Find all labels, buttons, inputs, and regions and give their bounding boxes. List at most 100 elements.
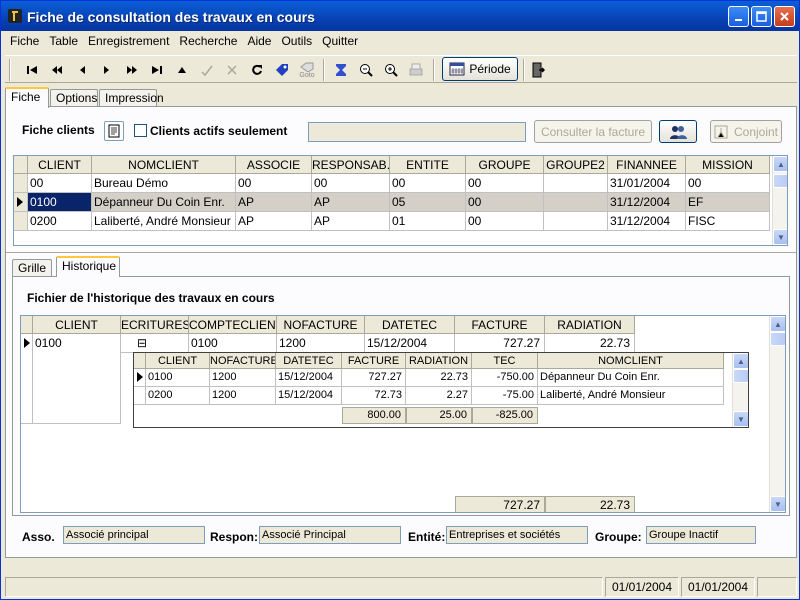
zoom-out-button[interactable] [355, 59, 377, 81]
column-header[interactable]: FACTURE [342, 353, 406, 369]
grid-cell[interactable] [544, 193, 608, 212]
periode-button[interactable]: Période [442, 57, 518, 81]
tab-impression[interactable]: Impression [99, 89, 164, 107]
menu-outils[interactable]: Outils [276, 34, 317, 48]
app-icon[interactable] [7, 8, 23, 24]
grid-cell[interactable]: Dépanneur Du Coin Enr. [92, 193, 236, 212]
column-header[interactable]: COMPTECLIENT [189, 316, 277, 334]
tab-fiche[interactable]: Fiche [5, 87, 49, 108]
scroll-thumb[interactable] [733, 369, 748, 383]
last-record-button[interactable] [146, 59, 168, 81]
grid-cell[interactable]: Bureau Démo [92, 174, 236, 193]
column-header[interactable]: CLIENT [146, 353, 210, 369]
column-header[interactable]: FINANNEE [608, 156, 686, 174]
grid-cell[interactable]: 01 [390, 212, 466, 231]
first-record-button[interactable] [21, 59, 43, 81]
column-header[interactable]: ENTITE [390, 156, 466, 174]
next-record-button[interactable] [96, 59, 118, 81]
menu-table[interactable]: Table [44, 34, 83, 48]
exit-button[interactable] [527, 59, 549, 81]
grid-cell[interactable]: 1200 [210, 369, 276, 387]
subtab-historique[interactable]: Historique [56, 256, 120, 277]
grid-cell[interactable]: FISC [686, 212, 770, 231]
grid-cell[interactable]: 15/12/2004 [276, 369, 342, 387]
grid-cell[interactable]: AP [312, 193, 390, 212]
scroll-up-button[interactable]: ▲ [773, 156, 787, 172]
menu-enregistrement[interactable]: Enregistrement [83, 34, 174, 48]
contacts-button[interactable] [659, 120, 697, 143]
grid-cell[interactable]: AP [236, 193, 312, 212]
next-page-button[interactable] [121, 59, 143, 81]
grid-cell[interactable]: 00 [28, 174, 92, 193]
grid-cell[interactable]: -750.00 [472, 369, 538, 387]
menu-quitter[interactable]: Quitter [317, 34, 363, 48]
edit-button[interactable] [196, 59, 218, 81]
menu-recherche[interactable]: Recherche [174, 34, 242, 48]
column-header[interactable]: GROUPE2 [544, 156, 608, 174]
column-header[interactable]: DATETEC [276, 353, 342, 369]
grid-cell[interactable]: 00 [466, 212, 544, 231]
grid-cell[interactable]: 15/12/2004 [276, 387, 342, 405]
vertical-scrollbar[interactable]: ▲ ▼ [772, 156, 787, 245]
grid-cell[interactable]: Laliberté, André Monsieur [92, 212, 236, 231]
insert-button[interactable] [171, 59, 193, 81]
scroll-thumb[interactable] [770, 332, 785, 346]
vertical-scrollbar[interactable]: ▲ ▼ [732, 353, 748, 427]
row-indicator[interactable] [21, 334, 33, 424]
grid-cell[interactable]: 00 [312, 174, 390, 193]
splitter[interactable] [6, 252, 796, 253]
column-header[interactable]: MISSION [686, 156, 770, 174]
row-indicator[interactable] [14, 212, 28, 231]
detail-grid[interactable]: CLIENT NOFACTURE DATETEC FACTURE RADIATION TE… [133, 352, 749, 428]
grid-cell[interactable]: 0100 [146, 369, 210, 387]
client-doc-button[interactable] [104, 121, 124, 141]
historique-grid[interactable]: CLIENT ECRITURES COMPTECLIENT NOFACTURE DATE… [20, 315, 786, 513]
column-header[interactable]: NOFACTURE [210, 353, 276, 369]
row-indicator[interactable] [134, 387, 146, 405]
grid-cell[interactable]: Laliberté, André Monsieur [538, 387, 724, 405]
column-header[interactable]: NOMCLIENT [92, 156, 236, 174]
row-indicator[interactable] [134, 369, 146, 387]
close-button[interactable] [774, 6, 795, 27]
column-header[interactable]: GROUPE [466, 156, 544, 174]
grid-cell[interactable]: 31/12/2004 [608, 193, 686, 212]
hist-datetec-cell[interactable]: 15/12/2004 [365, 334, 455, 353]
grid-cell[interactable]: 31/01/2004 [608, 174, 686, 193]
grid-cell[interactable]: AP [312, 212, 390, 231]
grid-cell[interactable]: EF [686, 193, 770, 212]
column-header[interactable]: RESPONSAB... [312, 156, 390, 174]
grid-cell[interactable]: AP [236, 212, 312, 231]
grid-cell[interactable] [544, 174, 608, 193]
grid-cell[interactable]: 22.73 [406, 369, 472, 387]
grid-cell[interactable]: 2.27 [406, 387, 472, 405]
menu-fiche[interactable]: Fiche [5, 34, 44, 48]
scroll-down-button[interactable]: ▼ [733, 411, 748, 427]
hist-facture-cell[interactable]: 727.27 [455, 334, 545, 353]
print-button[interactable] [405, 59, 427, 81]
column-header[interactable]: NOMCLIENT [538, 353, 724, 369]
grid-cell[interactable]: -75.00 [472, 387, 538, 405]
column-header[interactable]: TEC [472, 353, 538, 369]
timer-button[interactable] [330, 59, 352, 81]
prev-record-button[interactable] [71, 59, 93, 81]
grid-cell[interactable] [544, 212, 608, 231]
grid-cell[interactable]: 00 [236, 174, 312, 193]
vertical-scrollbar[interactable]: ▲ ▼ [769, 316, 785, 512]
goto-button[interactable]: Goto [296, 59, 318, 81]
tab-options[interactable]: Options [50, 89, 98, 107]
grid-cell[interactable]: 31/12/2004 [608, 212, 686, 231]
scroll-down-button[interactable]: ▼ [773, 229, 787, 245]
menu-aide[interactable]: Aide [242, 34, 276, 48]
bookmark-button[interactable] [271, 59, 293, 81]
column-header[interactable]: RADIATION [545, 316, 635, 334]
column-header[interactable]: RADIATION [406, 353, 472, 369]
grid-cell[interactable]: 727.27 [342, 369, 406, 387]
scroll-down-button[interactable]: ▼ [770, 496, 785, 512]
delete-button[interactable] [221, 59, 243, 81]
column-header[interactable]: FACTURE [455, 316, 545, 334]
minimize-button[interactable] [728, 6, 749, 27]
hist-radiation-cell[interactable]: 22.73 [545, 334, 635, 353]
grid-cell[interactable]: 05 [390, 193, 466, 212]
scroll-thumb[interactable] [773, 174, 787, 188]
maximize-button[interactable] [751, 6, 772, 27]
